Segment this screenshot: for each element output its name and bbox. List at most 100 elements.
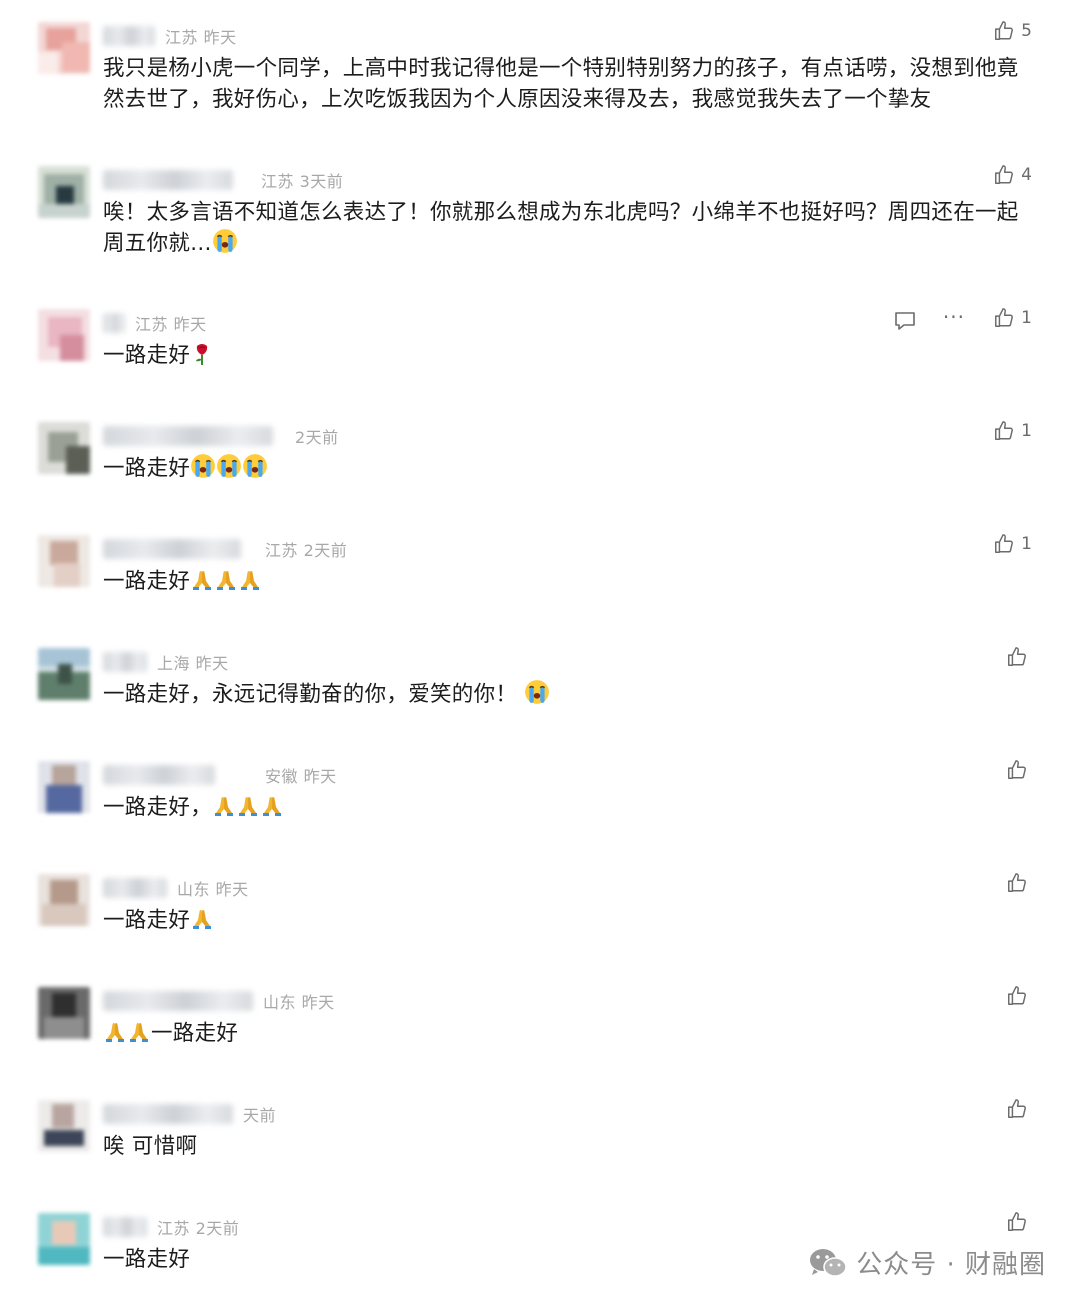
thumbs-up-icon — [993, 20, 1015, 42]
comment-text: 一路走好 — [103, 905, 1038, 936]
username[interactable] — [103, 1217, 147, 1237]
folded-hands-emoji — [190, 907, 214, 931]
comment-item: 江苏 2天前 1 一路走好 — [0, 513, 1080, 626]
comment-location: 江苏 3天前 — [261, 172, 344, 191]
like-count: 5 — [1021, 21, 1032, 41]
avatar[interactable] — [38, 166, 90, 218]
comment-text: 我只是杨小虎一个同学，上高中时我记得他是一个特别特别努力的孩子，有点话唠，没想到… — [103, 56, 1019, 112]
folded-hands-emoji — [127, 1020, 151, 1044]
comment-item: 江苏 昨天 ··· 1 一路走好 — [0, 287, 1080, 400]
avatar[interactable] — [38, 422, 90, 474]
avatar[interactable] — [38, 648, 90, 700]
like-button[interactable]: 1 — [993, 533, 1032, 555]
username[interactable] — [103, 1104, 233, 1124]
thumbs-up-icon — [1006, 1098, 1028, 1120]
like-button[interactable] — [1006, 985, 1028, 1007]
username[interactable] — [103, 170, 233, 190]
thumbs-up-icon — [1006, 872, 1028, 894]
thumbs-up-icon — [1006, 985, 1028, 1007]
avatar[interactable] — [38, 22, 90, 74]
avatar[interactable] — [38, 309, 90, 361]
username[interactable] — [103, 426, 273, 446]
folded-hands-emoji — [260, 794, 284, 818]
comment-item: 山东 昨天 一路走好 — [0, 852, 1080, 965]
comment-item: 2天前 1 一路走好 — [0, 400, 1080, 513]
like-button[interactable]: 1 — [993, 307, 1032, 329]
comment-item: 江苏 3天前 4 唉！太多言语不知道怎么表达了！你就那么想成为东北虎吗？小绵羊不… — [0, 144, 1080, 257]
comment-location: 江苏 昨天 — [165, 28, 237, 47]
watermark-label: 公众号 · 财融圈 — [856, 1250, 1046, 1280]
thumbs-up-icon — [1006, 1211, 1028, 1233]
thumbs-up-icon — [993, 307, 1015, 329]
comment-location: 上海 昨天 — [157, 654, 229, 673]
like-count: 1 — [1021, 308, 1032, 328]
username[interactable] — [103, 313, 125, 333]
crying-face-emoji — [190, 453, 216, 479]
like-button[interactable] — [1006, 872, 1028, 894]
comment-location: 江苏 昨天 — [135, 315, 207, 334]
like-button[interactable] — [1006, 1098, 1028, 1120]
crying-face-emoji — [216, 453, 242, 479]
comment-location: 安徽 昨天 — [265, 767, 337, 786]
comment-location: 山东 昨天 — [177, 880, 249, 899]
comment-text: 一路走好 — [103, 1018, 1038, 1049]
username[interactable] — [103, 539, 241, 559]
avatar[interactable] — [38, 761, 90, 813]
wilted-rose-emoji — [190, 342, 214, 366]
like-button[interactable] — [1006, 646, 1028, 668]
comment-text: 一路走好， — [103, 792, 1038, 823]
folded-hands-emoji — [214, 568, 238, 592]
crying-face-emoji — [212, 228, 238, 254]
folded-hands-emoji — [103, 1020, 127, 1044]
like-button[interactable]: 1 — [993, 420, 1032, 442]
username[interactable] — [103, 765, 215, 785]
comment-text: 唉 可惜啊 — [103, 1134, 198, 1159]
folded-hands-emoji — [212, 794, 236, 818]
folded-hands-emoji — [190, 568, 214, 592]
comment-item: 安徽 昨天 一路走好， — [0, 739, 1080, 852]
username[interactable] — [103, 991, 253, 1011]
comment-item: 山东 昨天 一路走好 — [0, 965, 1080, 1078]
wechat-icon — [810, 1248, 847, 1277]
comment-icon[interactable] — [893, 309, 917, 333]
comment-text: 一路走好 — [103, 340, 1038, 371]
username[interactable] — [103, 878, 167, 898]
thumbs-up-icon — [993, 164, 1015, 186]
folded-hands-emoji — [236, 794, 260, 818]
like-count: 1 — [1021, 421, 1032, 441]
avatar[interactable] — [38, 874, 90, 926]
like-button[interactable]: 5 — [993, 20, 1032, 42]
like-button[interactable] — [1006, 759, 1028, 781]
comment-item: 上海 昨天 一路走好，永远记得勤奋的你，爱笑的你！ — [0, 626, 1080, 739]
comment-location: 天前 — [243, 1106, 277, 1125]
comment-location: 2天前 — [295, 428, 339, 447]
thumbs-up-icon — [993, 420, 1015, 442]
avatar[interactable] — [38, 1213, 90, 1265]
crying-face-emoji — [242, 453, 268, 479]
like-count: 1 — [1021, 534, 1032, 554]
like-button[interactable] — [1006, 1211, 1028, 1233]
more-icon[interactable]: ··· — [943, 305, 965, 329]
comment-item: 江苏 昨天 5 我只是杨小虎一个同学，上高中时我记得他是一个特别特别努力的孩子，… — [0, 0, 1080, 113]
avatar[interactable] — [38, 1100, 90, 1152]
like-count: 4 — [1021, 165, 1032, 185]
avatar[interactable] — [38, 987, 90, 1039]
username[interactable] — [103, 26, 155, 46]
folded-hands-emoji — [238, 568, 262, 592]
comment-location: 江苏 2天前 — [157, 1219, 240, 1238]
thumbs-up-icon — [993, 533, 1015, 555]
watermark: 公众号 · 财融圈 — [808, 1244, 1046, 1281]
comment-text: 一路走好，永远记得勤奋的你，爱笑的你！ — [103, 679, 1038, 710]
crying-face-emoji — [524, 679, 550, 705]
like-button[interactable]: 4 — [993, 164, 1032, 186]
username[interactable] — [103, 652, 147, 672]
comment-text: 唉！太多言语不知道怎么表达了！你就那么想成为东北虎吗？小绵羊不也挺好吗？周四还在… — [103, 200, 1019, 256]
comment-text: 一路走好 — [103, 453, 1038, 484]
comment-location: 山东 昨天 — [263, 993, 335, 1012]
comment-location: 江苏 2天前 — [265, 541, 348, 560]
comment-text: 一路走好 — [103, 566, 1038, 597]
thumbs-up-icon — [1006, 759, 1028, 781]
thumbs-up-icon — [1006, 646, 1028, 668]
avatar[interactable] — [38, 535, 90, 587]
comment-item: 天前 唉 可惜啊 — [0, 1078, 1080, 1191]
